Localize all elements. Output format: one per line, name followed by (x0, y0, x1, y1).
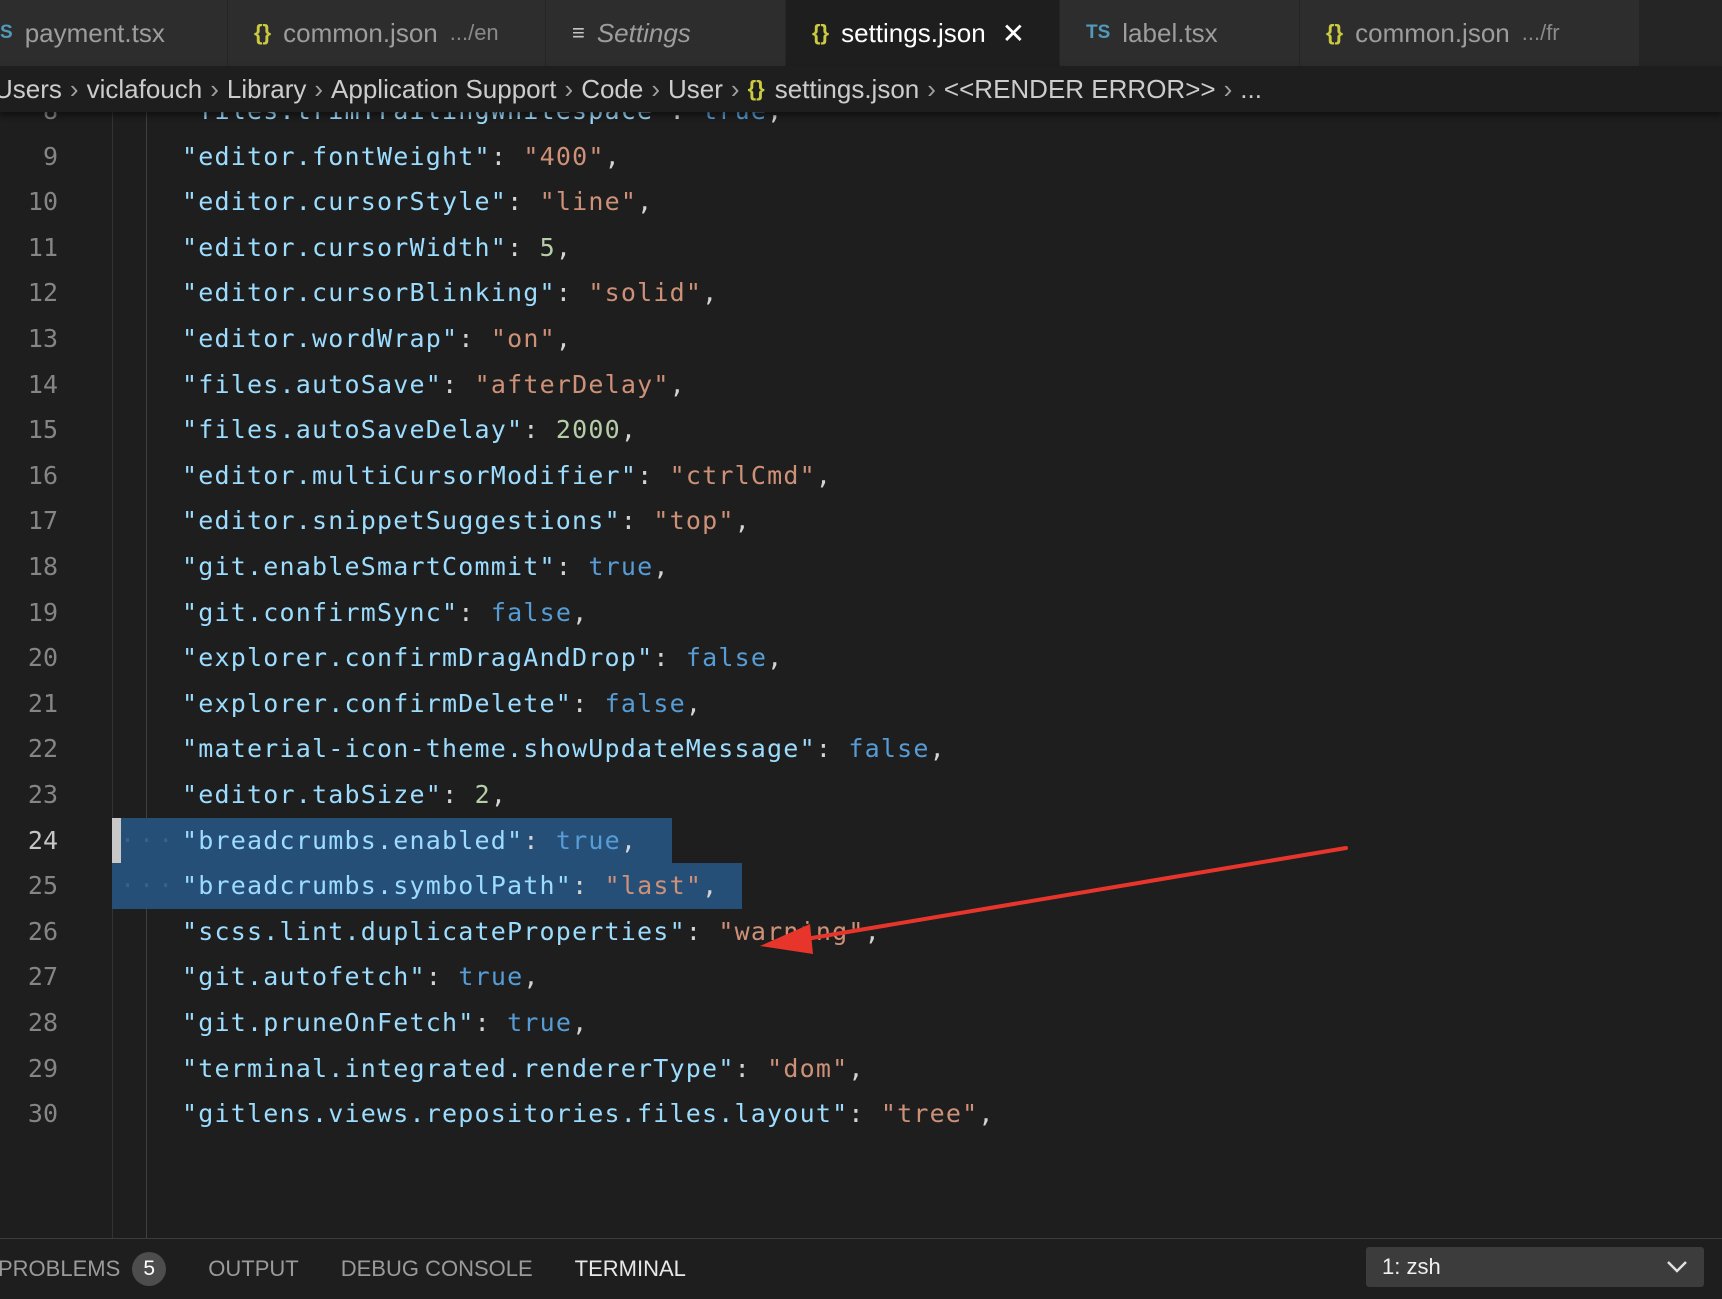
panel-tab-debug-console[interactable]: DEBUG CONSOLE (341, 1256, 533, 1282)
tab-2[interactable]: ≡ Settings (546, 0, 786, 66)
panel-tabs: PROBLEMS 5 OUTPUT DEBUG CONSOLE TERMINAL (0, 1252, 728, 1286)
chevron-right-icon: › (730, 73, 740, 104)
annotation-arrow (760, 846, 1348, 954)
panel-tab-label: PROBLEMS (0, 1256, 121, 1281)
chevron-down-icon (1666, 1254, 1688, 1280)
terminal-select[interactable]: 1: zsh (1366, 1247, 1704, 1287)
tab-label: common.json (283, 17, 438, 48)
close-icon[interactable]: ✕ (1002, 17, 1025, 50)
tab-5[interactable]: {} common.json .../fr (1300, 0, 1640, 66)
tab-label: common.json (1355, 17, 1510, 48)
code-editor[interactable]: 8"files.trimTrailingWhitespace": true,9"… (0, 112, 1722, 1238)
panel-tab-label: DEBUG CONSOLE (340, 1256, 533, 1281)
tab-4[interactable]: TS label.tsx (1060, 0, 1300, 66)
terminal-select-value: 1: zsh (1382, 1254, 1441, 1279)
json-icon: {} (1326, 20, 1344, 45)
tab-label: label.tsx (1122, 17, 1218, 48)
chevron-right-icon: › (1223, 73, 1233, 104)
panel-tab-label: OUTPUT (208, 1256, 299, 1281)
breadcrumb-item[interactable]: User (668, 74, 723, 105)
tab-path-hint: .../en (449, 20, 499, 45)
breadcrumb-item[interactable]: Users (0, 74, 62, 105)
breadcrumb-item[interactable]: settings.json (775, 74, 920, 105)
json-icon: {} (747, 76, 765, 101)
breadcrumb-item[interactable]: viclafouch (87, 74, 203, 105)
json-icon: {} (812, 20, 830, 45)
tab-label: payment.tsx (24, 17, 165, 48)
typescript-icon: TS (1086, 22, 1111, 43)
editor-tab-bar: Spayment.tsx {} common.json .../en ≡ Settings… (0, 0, 1722, 66)
breadcrumb-item[interactable]: Library (227, 74, 306, 105)
settings-lines-icon: ≡ (572, 20, 585, 45)
json-icon: {} (254, 20, 272, 45)
breadcrumb-item[interactable]: ... (1240, 74, 1262, 105)
tab-3[interactable]: {} settings.json ✕ (786, 0, 1060, 66)
breadcrumb: Users › viclafouch › Library › Application Sup… (0, 66, 1722, 112)
panel-tab-problems[interactable]: PROBLEMS 5 (0, 1252, 167, 1286)
breadcrumb-item[interactable]: <<RENDER ERROR>> (944, 74, 1216, 105)
tab-1[interactable]: {} common.json .../en (228, 0, 546, 66)
chevron-right-icon: › (927, 73, 936, 104)
tab-label: settings.json (841, 17, 986, 48)
chevron-right-icon: › (314, 73, 324, 104)
chevron-right-icon: › (564, 73, 574, 104)
chevron-right-icon: › (210, 73, 219, 104)
bottom-panel: PROBLEMS 5 OUTPUT DEBUG CONSOLE TERMINAL 1: … (0, 1238, 1722, 1299)
panel-tab-terminal[interactable]: TERMINAL (575, 1256, 686, 1282)
chevron-right-icon: › (651, 73, 661, 104)
tab-0[interactable]: Spayment.tsx (0, 0, 228, 66)
tab-path-hint: .../fr (1521, 20, 1560, 45)
panel-tab-label: TERMINAL (574, 1256, 686, 1281)
breadcrumb-item[interactable]: Application Support (331, 74, 556, 105)
panel-tab-output[interactable]: OUTPUT (208, 1256, 298, 1282)
typescript-icon: S (0, 22, 13, 43)
tab-label: Settings (596, 17, 691, 48)
problems-count-badge: 5 (132, 1252, 167, 1286)
chevron-right-icon: › (69, 73, 79, 104)
breadcrumb-item[interactable]: Code (581, 74, 643, 105)
